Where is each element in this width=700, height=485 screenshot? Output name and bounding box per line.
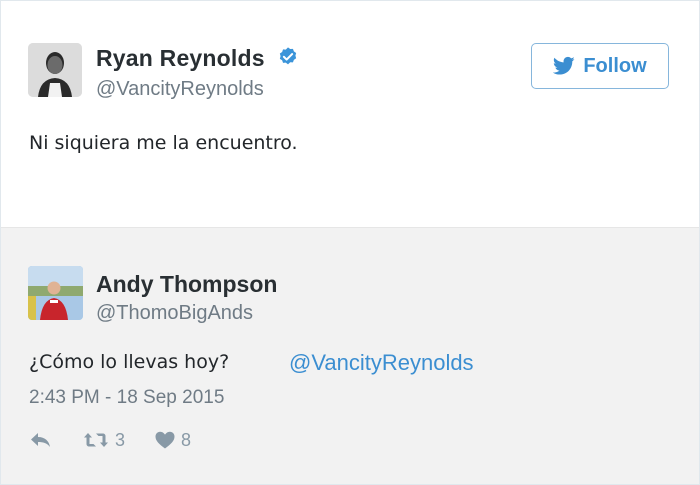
tweet-actions: 3 8: [29, 428, 191, 452]
avatar[interactable]: [28, 43, 82, 97]
retweet-icon: [84, 433, 108, 447]
reply-avatar[interactable]: [28, 266, 83, 320]
timestamp[interactable]: 2:43 PM - 18 Sep 2015: [29, 387, 224, 409]
follow-label: Follow: [583, 54, 647, 77]
original-tweet: Ryan Reynolds @VancityReynolds Follow Ni…: [1, 1, 699, 227]
reply-author-name[interactable]: Andy Thompson: [96, 271, 277, 298]
reply-avatar-photo: [28, 266, 83, 320]
retweet-action[interactable]: 3: [83, 430, 125, 451]
follow-button[interactable]: Follow: [531, 43, 669, 89]
twitter-bird-icon: [553, 56, 575, 75]
tweet-text: Ni siquiera me la encuentro.: [29, 132, 298, 154]
like-action[interactable]: 8: [155, 430, 191, 451]
reply-tweet: Andy Thompson @ThomoBigAnds ¿Cómo lo lle…: [1, 227, 699, 484]
reply-author-handle[interactable]: @ThomoBigAnds: [96, 302, 253, 325]
author-name[interactable]: Ryan Reynolds: [96, 45, 265, 72]
avatar-photo: [28, 43, 82, 97]
verified-badge-icon: [279, 47, 297, 65]
reply-action[interactable]: [29, 431, 53, 449]
tweet-card: Ryan Reynolds @VancityReynolds Follow Ni…: [0, 0, 700, 485]
mention-link[interactable]: @VancityReynolds: [289, 350, 474, 376]
like-count: 8: [181, 429, 192, 450]
author-handle[interactable]: @VancityReynolds: [96, 78, 264, 101]
reply-text: ¿Cómo lo llevas hoy?: [29, 351, 230, 373]
retweet-count: 3: [115, 429, 126, 450]
reply-arrow-icon: [31, 433, 50, 447]
heart-icon: [155, 431, 175, 449]
